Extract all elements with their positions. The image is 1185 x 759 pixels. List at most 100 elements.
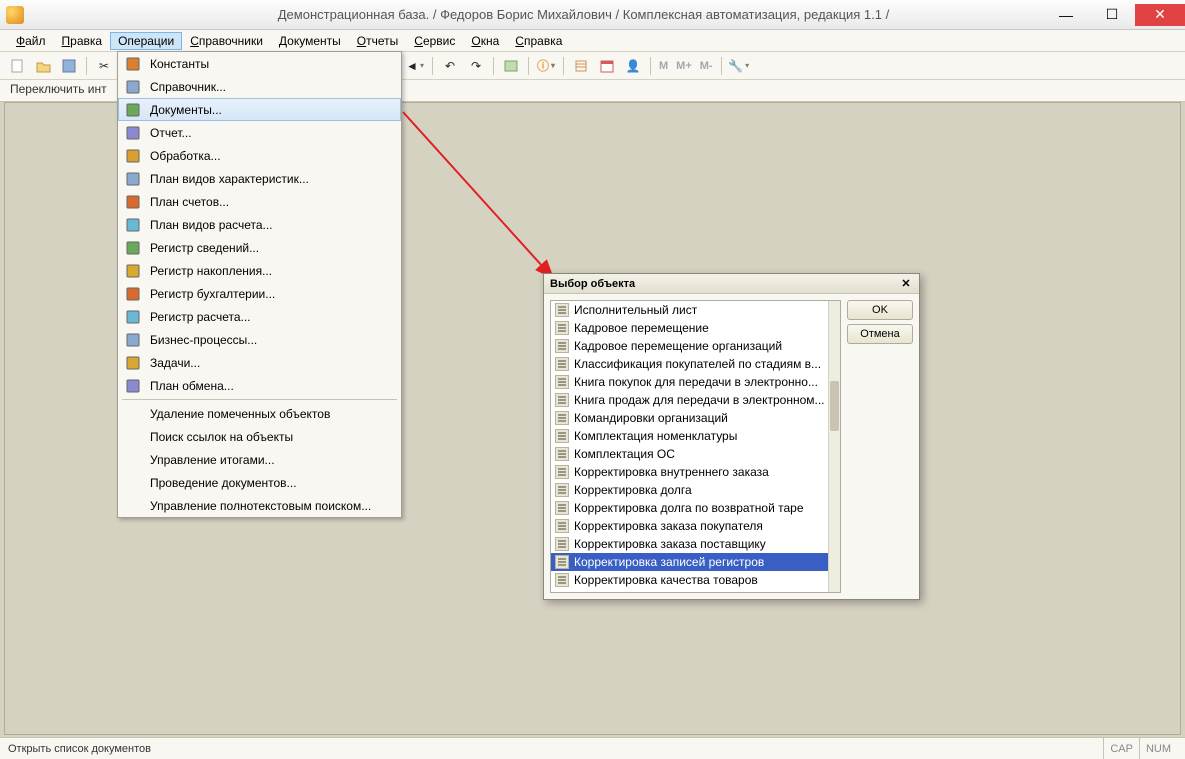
dialog-listbox[interactable]: Исполнительный листКадровое перемещение К… — [550, 300, 841, 593]
open-icon[interactable] — [32, 55, 54, 77]
cancel-button[interactable]: Отмена — [847, 324, 913, 344]
list-item[interactable]: Классификация покупателей по стадиям в..… — [551, 355, 828, 373]
dropdown-item[interactable]: Поиск ссылок на объекты — [118, 425, 401, 448]
menu-окна[interactable]: Окна — [463, 32, 507, 50]
dropdown-item-label: План видов характеристик... — [150, 172, 309, 186]
dropdown-item[interactable]: План обмена... — [118, 374, 401, 397]
app-icon — [6, 6, 24, 24]
dropdown-item[interactable]: Отчет... — [118, 121, 401, 144]
reg3-icon — [124, 285, 142, 303]
dropdown-item[interactable]: Задачи... — [118, 351, 401, 374]
menu-справочники[interactable]: Справочники — [182, 32, 271, 50]
scroll-thumb[interactable] — [830, 381, 839, 431]
dropdown-item[interactable]: Бизнес-процессы... — [118, 328, 401, 351]
list-item[interactable]: Комплектация ОС — [551, 445, 828, 463]
list-item-label: Корректировка внутреннего заказа — [574, 465, 769, 479]
list-item[interactable]: Корректировка качества товаров — [551, 571, 828, 589]
list-item-label: Книга продаж для передачи в электронном.… — [574, 393, 825, 407]
dropdown-item[interactable]: План видов характеристик... — [118, 167, 401, 190]
info-icon[interactable]: ⓘ — [535, 55, 557, 77]
window-title: Демонстрационная база. / Федоров Борис М… — [24, 7, 1043, 22]
dropdown-item[interactable]: Документы... — [118, 98, 401, 121]
dialog-title: Выбор объекта — [550, 278, 899, 290]
menu-отчеты[interactable]: Отчеты — [349, 32, 407, 50]
dropdown-item[interactable]: Регистр бухгалтерии... — [118, 282, 401, 305]
undo-icon[interactable]: ↶ — [439, 55, 461, 77]
maximize-button[interactable]: ☐ — [1089, 4, 1135, 26]
dropdown-item[interactable]: Удаление помеченных объектов — [118, 402, 401, 425]
dropdown-item[interactable]: План видов расчета... — [118, 213, 401, 236]
save-icon[interactable] — [58, 55, 80, 77]
list-icon[interactable] — [570, 55, 592, 77]
close-button[interactable]: ✕ — [1135, 4, 1185, 26]
dropdown-item[interactable]: Обработка... — [118, 144, 401, 167]
list-item[interactable]: Корректировка заказа покупателя — [551, 517, 828, 535]
user-icon[interactable]: 👤 — [622, 55, 644, 77]
menu-сервис[interactable]: Сервис — [406, 32, 463, 50]
dropdown-item[interactable]: Управление итогами... — [118, 448, 401, 471]
list-item[interactable]: Командировки организаций — [551, 409, 828, 427]
list-item[interactable]: Корректировка внутреннего заказа — [551, 463, 828, 481]
list-item[interactable]: Корректировка заказа поставщику — [551, 535, 828, 553]
menu-операции[interactable]: Операции — [110, 32, 182, 50]
document-icon — [555, 357, 569, 371]
document-icon — [555, 375, 569, 389]
memory-m-button[interactable]: M — [657, 55, 670, 77]
document-icon — [555, 555, 569, 569]
list-item[interactable]: Кадровое перемещение — [551, 319, 828, 337]
minimize-button[interactable]: — — [1043, 4, 1089, 26]
dropdown-item[interactable]: Управление полнотекстовым поиском... — [118, 494, 401, 517]
menu-справка[interactable]: Справка — [507, 32, 570, 50]
menu-файл[interactable]: Файл — [8, 32, 54, 50]
list-item[interactable]: Книга покупок для передачи в электронно.… — [551, 373, 828, 391]
memory-mplus-button[interactable]: M+ — [674, 55, 694, 77]
scrollbar[interactable] — [828, 301, 840, 592]
dialog-titlebar[interactable]: Выбор объекта ✕ — [544, 274, 919, 294]
document-icon — [555, 537, 569, 551]
memory-mminus-button[interactable]: M- — [698, 55, 715, 77]
menu-правка[interactable]: Правка — [54, 32, 111, 50]
document-icon — [555, 339, 569, 353]
dropdown-item[interactable]: План счетов... — [118, 190, 401, 213]
list-item[interactable]: Корректировка долга — [551, 481, 828, 499]
menu-separator — [122, 399, 397, 400]
statusbar: Открыть список документов CAP NUM — [0, 737, 1185, 759]
dropdown-item-label: Управление полнотекстовым поиском... — [150, 499, 371, 513]
list-item[interactable]: Кадровое перемещение организаций — [551, 337, 828, 355]
document-icon — [555, 411, 569, 425]
dropdown-item[interactable]: Проведение документов... — [118, 471, 401, 494]
list-item-label: Корректировка качества товаров — [574, 573, 758, 587]
document-icon — [555, 447, 569, 461]
list-item[interactable]: Книга продаж для передачи в электронном.… — [551, 391, 828, 409]
tools-icon[interactable]: 🔧 — [728, 55, 750, 77]
new-icon[interactable] — [6, 55, 28, 77]
dropdown-item[interactable]: Регистр расчета... — [118, 305, 401, 328]
register-icon[interactable] — [500, 55, 522, 77]
dropdown-item-label: Обработка... — [150, 149, 221, 163]
nav-back-icon[interactable]: ◄ — [404, 55, 426, 77]
document-icon — [555, 501, 569, 515]
calendar-icon[interactable] — [596, 55, 618, 77]
dropdown-item[interactable]: Регистр сведений... — [118, 236, 401, 259]
list-item-label: Корректировка долга — [574, 483, 692, 497]
dropdown-item[interactable]: Справочник... — [118, 75, 401, 98]
list-item[interactable]: Корректировка долга по возвратной таре — [551, 499, 828, 517]
list-item-label: Комплектация ОС — [574, 447, 675, 461]
list-item-label: Кадровое перемещение организаций — [574, 339, 782, 353]
dropdown-item[interactable]: Регистр накопления... — [118, 259, 401, 282]
dialog-close-icon[interactable]: ✕ — [899, 277, 913, 291]
list-item-label: Корректировка заказа покупателя — [574, 519, 763, 533]
dropdown-item-label: Задачи... — [150, 356, 200, 370]
cut-icon[interactable]: ✂ — [93, 55, 115, 77]
dropdown-item-label: Константы — [150, 57, 209, 71]
calc-icon — [124, 216, 142, 234]
document-icon — [555, 465, 569, 479]
document-icon — [555, 573, 569, 587]
list-item[interactable]: Корректировка записей регистров — [551, 553, 828, 571]
list-item[interactable]: Комплектация номенклатуры — [551, 427, 828, 445]
dropdown-item[interactable]: Константы — [118, 52, 401, 75]
redo-icon[interactable]: ↷ — [465, 55, 487, 77]
ok-button[interactable]: OK — [847, 300, 913, 320]
menu-документы[interactable]: Документы — [271, 32, 349, 50]
list-item[interactable]: Исполнительный лист — [551, 301, 828, 319]
